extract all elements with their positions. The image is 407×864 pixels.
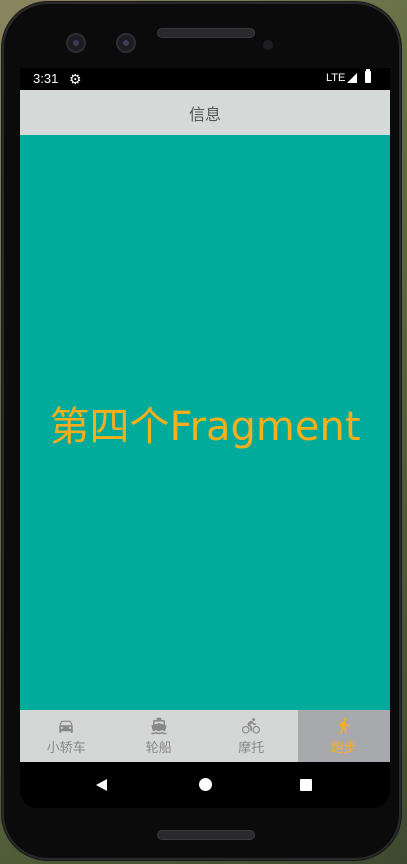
ship-icon xyxy=(151,717,167,734)
home-icon[interactable] xyxy=(199,778,212,791)
nav-item-label: 小轿车 xyxy=(46,740,86,756)
phone-frame: 3:31 ⚙ LTE 信息 第四个Fragment 小轿车 轮船 摩托 跑步 xyxy=(2,2,401,860)
nav-item-running[interactable]: 跑步 xyxy=(297,710,390,762)
fragment-content: 第四个Fragment xyxy=(20,135,390,710)
status-time: 3:31 xyxy=(33,71,59,86)
bottom-speaker xyxy=(157,830,255,840)
nav-item-label: 轮船 xyxy=(145,740,172,756)
bicycle-icon xyxy=(242,717,261,733)
recents-icon[interactable] xyxy=(300,779,312,791)
page-title: 信息 xyxy=(188,104,221,124)
earpiece-speaker xyxy=(157,28,255,38)
nav-item-label: 跑步 xyxy=(330,740,357,756)
front-camera-icon xyxy=(66,33,86,53)
running-icon xyxy=(339,717,349,734)
gear-icon: ⚙ xyxy=(69,71,82,87)
nav-item-car[interactable]: 小轿车 xyxy=(20,710,113,762)
back-icon[interactable] xyxy=(96,779,107,791)
nav-item-motorcycle[interactable]: 摩托 xyxy=(205,710,298,762)
fragment-label: 第四个Fragment xyxy=(49,403,361,450)
nav-item-ship[interactable]: 轮船 xyxy=(113,710,206,762)
status-bar: 3:31 ⚙ LTE xyxy=(20,68,390,90)
front-camera-secondary-icon xyxy=(116,33,136,53)
proximity-sensor xyxy=(263,40,273,50)
bottom-navigation: 小轿车 轮船 摩托 跑步 xyxy=(20,710,390,762)
car-icon xyxy=(59,720,73,733)
network-type: LTE xyxy=(326,72,346,84)
nav-item-label: 摩托 xyxy=(238,740,265,756)
system-navigation-bar xyxy=(20,762,390,808)
device-screen: 3:31 ⚙ LTE 信息 第四个Fragment 小轿车 轮船 摩托 跑步 xyxy=(20,68,390,808)
signal-icon xyxy=(347,73,357,83)
battery-icon xyxy=(365,69,371,83)
app-bar: 信息 xyxy=(20,90,390,135)
